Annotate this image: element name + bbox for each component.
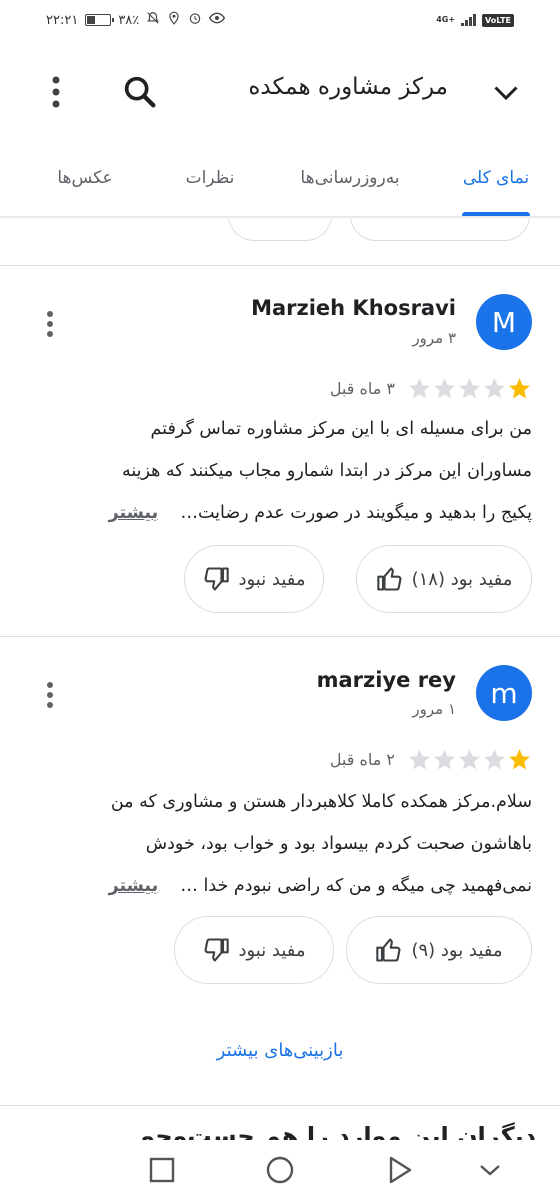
helpful-button[interactable]: مفید بود (۹) <box>346 916 532 984</box>
status-left: ۲۲:۲۱ ۳۸٪ <box>46 11 226 29</box>
reviewer-name[interactable]: Marzieh Khosravi <box>251 296 456 320</box>
next-section-title-text: دیگران این موارد را هم جست‌وجو <box>140 1122 536 1140</box>
tab-label: عکس‌ها <box>57 168 113 188</box>
star-filled-icon <box>509 749 530 770</box>
review-text: من برای مسیله ای با این مرکز مشاوره تماس… <box>24 408 532 534</box>
page-title: مرکز مشاوره همکده <box>248 74 448 100</box>
review-text-line: مساوران این مرکز در ابتدا شمارو مجاب میک… <box>121 461 532 481</box>
star-empty-icon <box>484 378 505 399</box>
not-helpful-button[interactable]: مفید نبود <box>184 545 324 613</box>
tab-photos[interactable]: عکس‌ها <box>40 140 130 216</box>
tab-overview[interactable]: نمای کلی <box>456 140 536 216</box>
tab-bar: نمای کلی به‌روزرسانی‌ها نظرات عکس‌ها <box>0 140 560 216</box>
star-filled-icon <box>509 378 530 399</box>
not-helpful-button[interactable]: مفید نبود <box>174 916 334 984</box>
tab-reviews[interactable]: نظرات <box>170 140 250 216</box>
review-time: ۲ ماه قبل <box>329 750 395 769</box>
star-empty-icon <box>434 749 455 770</box>
review-text-line-content: نمی‌فهمید چی میگه و من که راضی نبودم خدا… <box>180 876 532 896</box>
star-empty-icon <box>409 749 430 770</box>
more-vert-icon <box>47 682 53 708</box>
tab-label: نمای کلی <box>462 168 530 188</box>
location-icon <box>167 11 181 29</box>
tab-updates[interactable]: به‌روزرسانی‌ها <box>290 140 410 216</box>
review-text-line-content: پکیج را بدهید و میگویند در صورت عدم رضای… <box>180 503 532 523</box>
more-vert-icon <box>47 311 53 337</box>
thumb-up-icon <box>376 938 401 962</box>
star-empty-icon <box>459 378 480 399</box>
review-count: ۳ مرور <box>412 329 456 347</box>
reviewer-name[interactable]: marziye rey <box>317 668 456 692</box>
review-card: M Marzieh Khosravi ۳ مرور ۳ ماه قبل من ب… <box>0 266 560 636</box>
rating-row: ۲ ماه قبل <box>330 747 532 772</box>
rating-row: ۳ ماه قبل <box>330 376 532 401</box>
app-bar: مرکز مشاوره همکده <box>0 60 560 124</box>
battery-percent: ۳۸٪ <box>118 12 140 28</box>
network-type: 4G+ <box>436 15 456 24</box>
review-text-line: پکیج را بدهید و میگویند در صورت عدم رضای… <box>24 492 532 534</box>
not-helpful-label: مفید نبود <box>238 939 306 961</box>
star-rating <box>407 747 532 772</box>
review-text-line: باهاشون صحبت کردم بیسواد بود و خواب بود،… <box>145 834 532 854</box>
review-options-button[interactable] <box>36 304 64 344</box>
thumb-down-icon <box>205 567 230 591</box>
battery-fill <box>87 16 96 24</box>
review-text-line: من برای مسیله ای با این مرکز مشاوره تماس… <box>150 419 532 439</box>
star-empty-icon <box>434 378 455 399</box>
battery-icon <box>85 14 115 26</box>
read-more-link[interactable]: بیشتر <box>109 503 159 523</box>
more-reviews-link[interactable]: بازبینی‌های بیشتر <box>0 1040 560 1061</box>
read-more-link[interactable]: بیشتر <box>109 876 159 896</box>
back-button[interactable] <box>380 1152 420 1188</box>
mute-icon <box>146 11 160 29</box>
signal-icon <box>461 14 477 26</box>
more-vert-icon <box>52 76 60 108</box>
eye-icon <box>209 11 226 29</box>
avatar[interactable]: M <box>476 294 532 350</box>
triangle-back-icon <box>389 1156 412 1184</box>
chevron-down-icon <box>494 86 518 101</box>
helpful-label: مفید بود (۱۸) <box>411 568 513 590</box>
avatar[interactable]: m <box>476 665 532 721</box>
home-button[interactable] <box>260 1152 300 1188</box>
star-empty-icon <box>484 749 505 770</box>
star-rating <box>407 376 532 401</box>
status-right: 4G+ VoLTE <box>436 13 514 27</box>
more-options-button[interactable] <box>40 72 72 112</box>
helpful-chip-partial[interactable] <box>350 219 530 241</box>
review-count: ۱ مرور <box>412 700 456 718</box>
status-time: ۲۲:۲۱ <box>46 12 79 28</box>
review-text: سلام.مرکز همکده کاملا کلاهبردار هستن و م… <box>24 781 532 907</box>
search-icon <box>124 76 156 108</box>
collapse-button[interactable] <box>488 74 524 110</box>
volte-badge: VoLTE <box>482 13 514 27</box>
tab-label: نظرات <box>185 168 235 188</box>
search-button[interactable] <box>120 72 160 112</box>
divider <box>0 1105 560 1106</box>
not-helpful-chip-partial[interactable] <box>228 219 332 241</box>
review-options-button[interactable] <box>36 675 64 715</box>
previous-review-fragment <box>0 219 560 265</box>
star-empty-icon <box>409 378 430 399</box>
review-time: ۳ ماه قبل <box>329 379 395 398</box>
tab-label: به‌روزرسانی‌ها <box>300 168 400 188</box>
system-nav-bar <box>0 1140 560 1200</box>
thumb-down-icon <box>205 938 230 962</box>
thumb-up-icon <box>376 567 402 591</box>
review-text-line: نمی‌فهمید چی میگه و من که راضی نبودم خدا… <box>24 865 532 907</box>
square-icon <box>149 1157 175 1183</box>
chevron-down-icon <box>480 1165 500 1176</box>
hide-nav-button[interactable] <box>470 1152 510 1188</box>
star-empty-icon <box>459 749 480 770</box>
next-section-title: دیگران این موارد را هم جست‌وجو <box>16 1118 536 1140</box>
not-helpful-label: مفید نبود <box>238 568 306 590</box>
helpful-button[interactable]: مفید بود (۱۸) <box>356 545 532 613</box>
recent-apps-button[interactable] <box>142 1152 182 1188</box>
circle-icon <box>266 1156 294 1184</box>
review-card: m marziye rey ۱ مرور ۲ ماه قبل سلام.مرکز… <box>0 637 560 1007</box>
alarm-icon <box>188 11 202 29</box>
review-text-line: سلام.مرکز همکده کاملا کلاهبردار هستن و م… <box>110 792 532 812</box>
helpful-label: مفید بود (۹) <box>411 939 503 961</box>
status-bar: ۲۲:۲۱ ۳۸٪ 4G+ VoLTE <box>0 0 560 40</box>
